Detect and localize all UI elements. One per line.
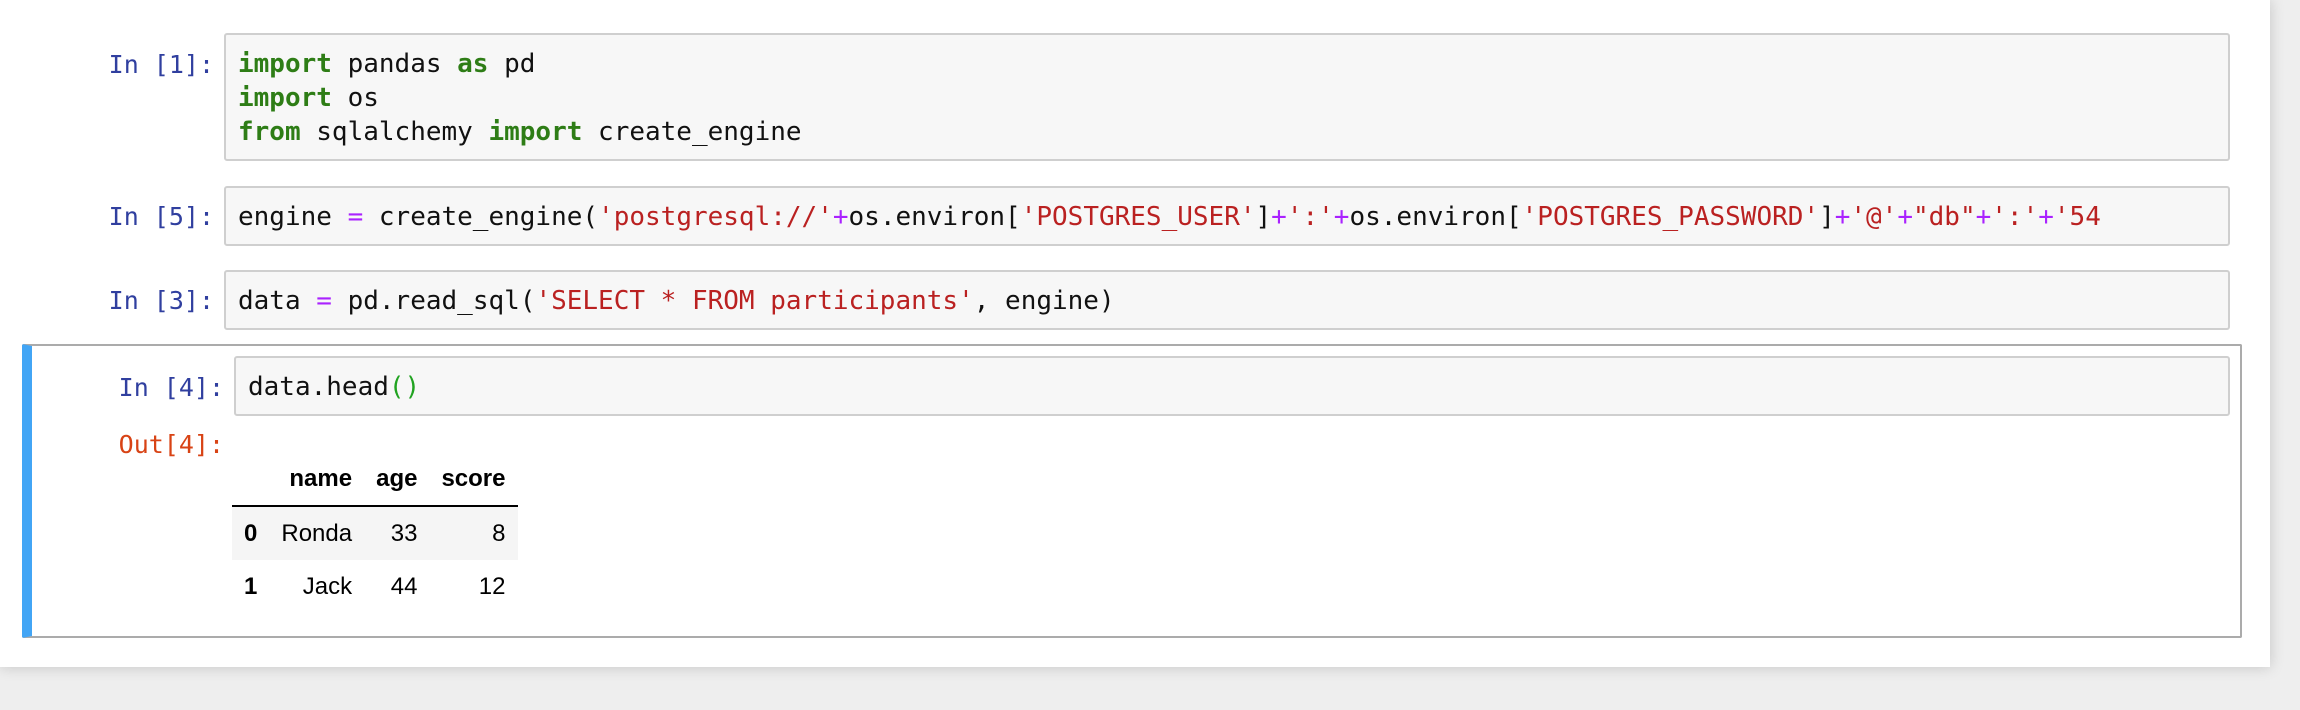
- code-editor-3[interactable]: data = pd.read_sql('SELECT * FROM partic…: [224, 270, 2230, 330]
- code-token: =: [316, 286, 332, 316]
- code-lines: data = pd.read_sql('SELECT * FROM partic…: [238, 284, 2228, 318]
- table-header-row: name age score: [232, 452, 518, 507]
- code-token: 'POSTGRES_USER': [1020, 202, 1256, 232]
- code-token: "db": [1913, 202, 1976, 232]
- cell-age: 44: [390, 572, 418, 600]
- input-prompt: In [4]:: [118, 373, 224, 402]
- code-lines: data.head(): [248, 370, 2228, 404]
- code-token: +: [2038, 202, 2054, 232]
- input-prompt: In [5]:: [108, 202, 214, 231]
- output-prompt: Out[4]:: [118, 430, 224, 459]
- code-token: 'postgresql://': [598, 202, 833, 232]
- code-token: os.environ[: [848, 202, 1021, 232]
- code-token: pandas: [331, 49, 458, 79]
- code-line: engine = create_engine('postgresql://'+o…: [238, 200, 2228, 234]
- code-token: pd: [488, 49, 536, 79]
- notebook-page: In [1]: import pandas as pd import os from…: [0, 0, 2270, 667]
- code-token: (): [388, 372, 421, 402]
- code-token: ':': [1991, 202, 2039, 232]
- code-token: , engine): [973, 286, 1115, 316]
- code-token: +: [1975, 202, 1992, 232]
- code-lines: import pandas as pd import os from sqlalch…: [238, 47, 2228, 149]
- table-row: 1 Jack 44 12: [232, 560, 518, 613]
- cell-name: Ronda: [281, 519, 353, 547]
- row-index: 0: [244, 519, 258, 547]
- cell-score: 8: [492, 519, 506, 547]
- dataframe-table: name age score 0 Ronda 33 8 1 Jack 44 12: [232, 452, 518, 613]
- code-token: engine: [238, 202, 348, 232]
- code-token: pd.read_sql(: [331, 286, 536, 316]
- code-token: data: [238, 286, 317, 316]
- code-token: import: [238, 83, 332, 113]
- row-index: 1: [244, 572, 258, 600]
- code-token: sqlalchemy: [300, 117, 489, 147]
- code-cell-2[interactable]: In [5]: engine = create_engine('postgres…: [0, 183, 2240, 249]
- code-token: from: [238, 117, 301, 147]
- column-header-score: score: [429, 452, 518, 507]
- code-cell-1[interactable]: In [1]: import pandas as pd import os from…: [0, 28, 2240, 168]
- code-token: +: [832, 202, 849, 232]
- code-token: import: [488, 117, 583, 147]
- code-token: 'SELECT * FROM participants': [535, 286, 974, 316]
- cell-age: 33: [390, 519, 418, 547]
- code-line: import pandas as pd: [238, 47, 2228, 81]
- code-lines: engine = create_engine('postgresql://'+o…: [238, 200, 2228, 234]
- cell-score: 12: [478, 572, 506, 600]
- code-editor-2[interactable]: engine = create_engine('postgresql://'+o…: [224, 186, 2230, 246]
- code-token: as: [457, 49, 489, 79]
- code-token: os: [331, 83, 379, 113]
- table-row: 0 Ronda 33 8: [232, 506, 518, 560]
- code-editor-1[interactable]: import pandas as pd import os from sqlalch…: [224, 33, 2230, 161]
- code-token: +: [1333, 202, 1350, 232]
- column-header-name: name: [269, 452, 365, 507]
- cell-name: Jack: [302, 572, 353, 600]
- code-token: +: [1897, 202, 1913, 232]
- code-token: import: [238, 49, 332, 79]
- code-token: '@': [1850, 202, 1898, 232]
- code-token: os.environ[: [1349, 202, 1522, 232]
- column-header-age: age: [364, 452, 430, 507]
- code-token: ]: [1819, 202, 1835, 232]
- code-cell-3[interactable]: In [3]: data = pd.read_sql('SELECT * FRO…: [0, 267, 2240, 333]
- code-cell-4-selected[interactable]: In [4]: data.head() Out[4]: name age sco…: [22, 344, 2242, 638]
- code-line: data = pd.read_sql('SELECT * FROM partic…: [238, 284, 2228, 318]
- index-header: [232, 452, 270, 507]
- code-editor-4[interactable]: data.head(): [234, 356, 2230, 416]
- code-line: import os: [238, 81, 2228, 115]
- code-token: ]: [1255, 202, 1272, 232]
- code-token: create_engine: [582, 117, 802, 147]
- code-token: =: [347, 202, 364, 232]
- input-prompt: In [1]:: [108, 50, 214, 79]
- code-token: +: [1834, 202, 1851, 232]
- code-token: data.head: [248, 372, 389, 402]
- code-line: data.head(): [248, 370, 2228, 404]
- code-token: create_engine(: [363, 202, 599, 232]
- code-line: from sqlalchemy import create_engine: [238, 115, 2228, 149]
- input-prompt: In [3]:: [108, 286, 214, 315]
- code-token: 'POSTGRES_PASSWORD': [1521, 202, 1820, 232]
- code-token: '54: [2053, 202, 2101, 232]
- code-token: +: [1271, 202, 1287, 232]
- code-token: ':': [1286, 202, 1334, 232]
